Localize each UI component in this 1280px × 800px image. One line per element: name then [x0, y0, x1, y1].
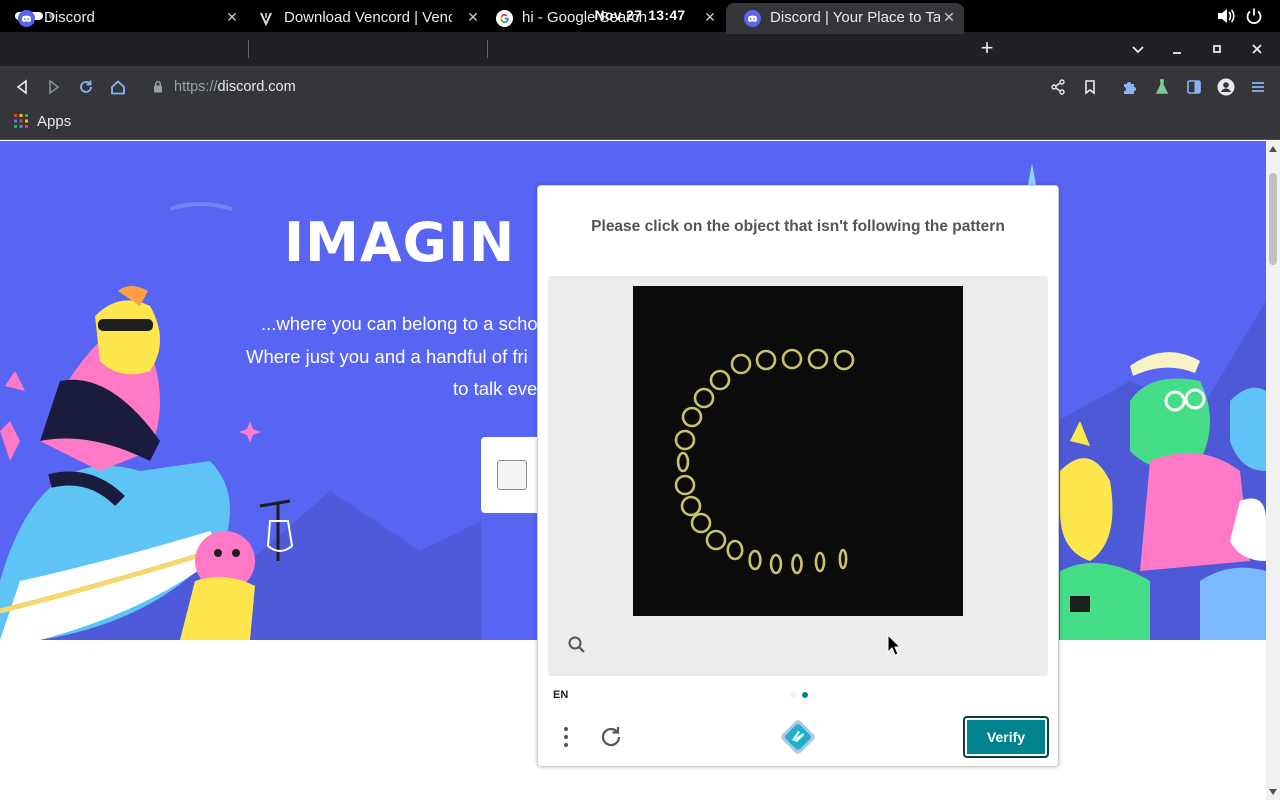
bookmark-icon[interactable] [1081, 78, 1099, 96]
pattern-ring[interactable] [814, 551, 826, 573]
pattern-ring[interactable] [690, 512, 712, 534]
discord-icon [18, 10, 35, 27]
lock-icon[interactable] [153, 80, 163, 93]
pattern-ring[interactable] [674, 429, 696, 451]
home-icon[interactable] [109, 78, 127, 96]
pattern-ring[interactable] [726, 539, 744, 561]
pattern-ring[interactable] [681, 406, 703, 428]
hcaptcha-logo-icon[interactable] [781, 720, 815, 754]
pattern-ring[interactable] [781, 348, 803, 370]
tab-discord-active[interactable]: Discord | Your Place to Talk ✕ [726, 3, 964, 34]
labs-flask-icon[interactable] [1153, 78, 1171, 96]
tab-separator [248, 40, 249, 58]
tab-vencord[interactable]: Download Vencord | Vencord ✕ [240, 3, 488, 34]
maximize-icon[interactable] [1208, 40, 1226, 58]
captcha-anchor-checkbox[interactable] [497, 460, 527, 490]
pattern-ring[interactable] [705, 529, 727, 551]
zoom-magnifier-icon[interactable] [567, 635, 587, 655]
close-tab-icon[interactable]: ✕ [703, 10, 717, 24]
address-bar[interactable]: https://discord.com [146, 71, 1156, 103]
tab-google-search[interactable]: hi - Google Search ✕ [478, 3, 726, 34]
volume-icon[interactable] [1216, 7, 1236, 25]
apps-grid-icon[interactable] [14, 114, 28, 128]
scroll-up-arrow-icon[interactable] [1269, 146, 1277, 152]
pattern-ring[interactable] [680, 495, 702, 517]
forward-icon[interactable] [45, 78, 63, 96]
pattern-ring[interactable] [709, 369, 731, 391]
pattern-ring[interactable] [833, 349, 855, 371]
challenge-task-area [548, 276, 1048, 676]
reload-icon[interactable] [77, 78, 95, 96]
pattern-ring[interactable] [769, 553, 783, 575]
page-indicator-dot-active [802, 692, 808, 698]
bookmarks-bar [0, 108, 1280, 140]
page-indicator-dot [790, 692, 796, 698]
hero-subtitle-line: to talk eve [453, 378, 538, 399]
back-icon[interactable] [13, 78, 31, 96]
pattern-ring[interactable] [791, 553, 803, 575]
scrollbar-thumb[interactable] [1269, 173, 1277, 265]
close-tab-icon[interactable]: ✕ [942, 10, 956, 24]
tab-strip [0, 32, 1280, 66]
menu-icon[interactable] [1249, 78, 1267, 96]
pattern-ring[interactable] [748, 549, 762, 571]
power-icon[interactable] [1245, 7, 1263, 25]
tab-title: Discord | Your Place to Talk [770, 9, 940, 26]
extensions-puzzle-icon[interactable] [1121, 78, 1139, 96]
google-icon [496, 10, 513, 27]
vencord-icon [260, 12, 272, 27]
tab-separator [487, 40, 488, 58]
profile-avatar-icon[interactable] [1217, 78, 1235, 96]
hero-heading: IMAGIN [284, 211, 516, 274]
tab-title: hi - Google Search [522, 9, 648, 26]
pattern-ring[interactable] [838, 548, 848, 570]
url-host: discord.com [217, 79, 296, 95]
pattern-ring[interactable] [807, 348, 829, 370]
discord-icon [744, 10, 761, 27]
apps-bookmark[interactable]: Apps [37, 113, 71, 130]
new-tab-button[interactable]: + [976, 37, 998, 60]
pattern-ring[interactable] [693, 387, 715, 409]
pattern-ring[interactable] [674, 474, 696, 496]
challenge-prompt: Please click on the object that isn't fo… [591, 218, 1005, 235]
refresh-challenge-icon[interactable] [598, 724, 624, 750]
close-tab-icon[interactable]: ✕ [225, 10, 239, 24]
challenge-image[interactable] [633, 286, 963, 616]
tab-discord[interactable]: Discord ✕ [0, 3, 248, 34]
hero-subtitle-line: ...where you can belong to a scho [261, 313, 538, 334]
pattern-ring[interactable] [755, 349, 777, 371]
verify-button[interactable]: Verify [963, 716, 1049, 758]
url-scheme: https:// [174, 79, 218, 95]
share-icon[interactable] [1049, 78, 1067, 96]
tab-search-chevron-icon[interactable] [1129, 40, 1147, 58]
more-options-icon[interactable] [557, 724, 575, 750]
language-selector[interactable]: EN [553, 689, 568, 701]
hero-subtitle-line: Where just you and a handful of fri [246, 346, 528, 367]
mouse-cursor-icon [887, 634, 901, 656]
hcaptcha-challenge-modal: Please click on the object that isn't fo… [537, 185, 1059, 767]
side-panel-icon[interactable] [1185, 78, 1203, 96]
pattern-ring[interactable] [676, 451, 690, 473]
pattern-ring[interactable] [730, 353, 752, 375]
minimize-icon[interactable] [1168, 40, 1186, 58]
tab-title: Discord [44, 9, 95, 26]
tab-title: Download Vencord | Vencord [284, 9, 452, 26]
close-window-icon[interactable] [1248, 40, 1266, 58]
scroll-down-arrow-icon[interactable] [1269, 789, 1277, 795]
page-scrollbar[interactable] [1266, 141, 1280, 800]
